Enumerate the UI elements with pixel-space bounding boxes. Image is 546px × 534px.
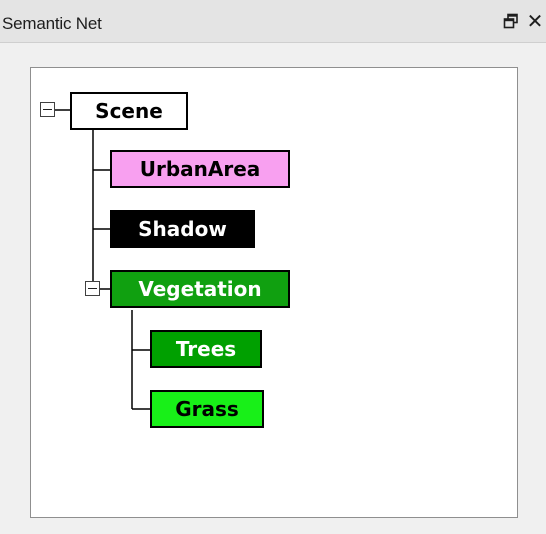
node-shadow[interactable]: Shadow xyxy=(110,210,255,248)
tree-connector-lines xyxy=(55,109,150,410)
node-scene[interactable]: Scene xyxy=(70,92,188,130)
node-trees[interactable]: Trees xyxy=(150,330,262,368)
scene-collapse-toggle[interactable] xyxy=(40,102,55,117)
semantic-net-panel: Semantic Net ✕ Scene UrbanArea Shadow Ve… xyxy=(0,0,546,534)
node-urban-area[interactable]: UrbanArea xyxy=(110,150,290,188)
vegetation-collapse-toggle[interactable] xyxy=(85,281,100,296)
node-grass[interactable]: Grass xyxy=(150,390,264,428)
node-vegetation[interactable]: Vegetation xyxy=(110,270,290,308)
